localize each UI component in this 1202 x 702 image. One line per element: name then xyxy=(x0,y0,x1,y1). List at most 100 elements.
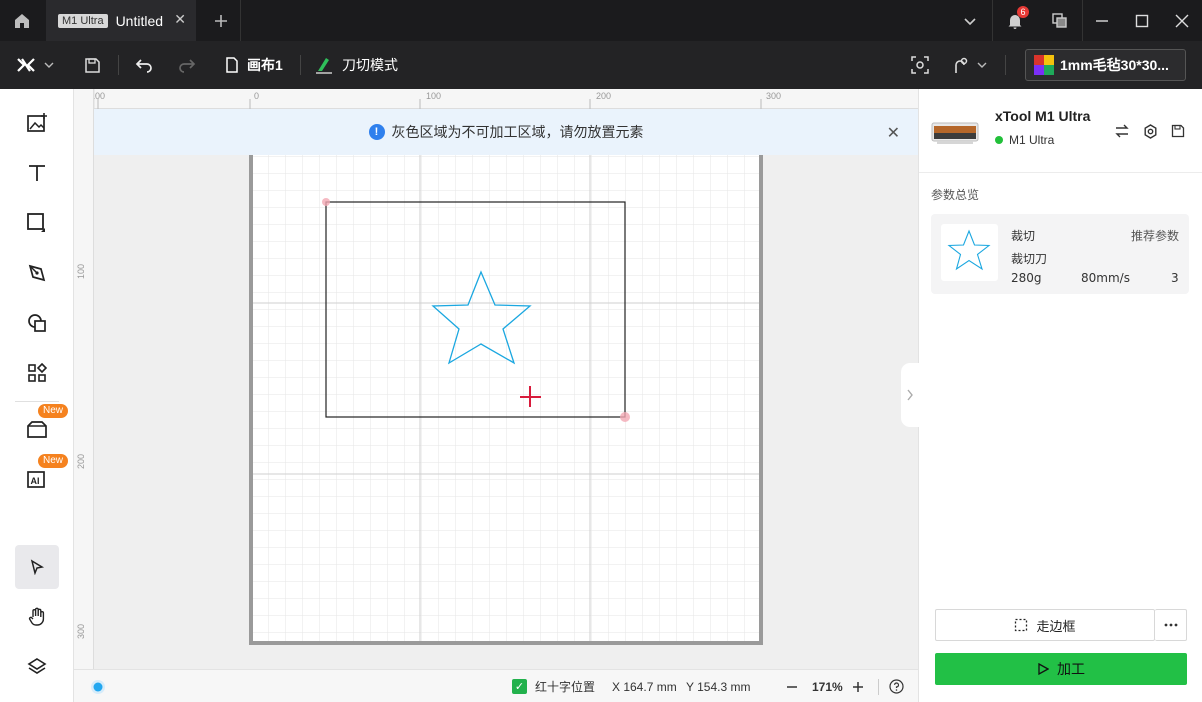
chevron-right-icon xyxy=(907,389,913,401)
device-settings-button[interactable] xyxy=(1140,121,1160,141)
frame-button[interactable]: 走边框 xyxy=(935,609,1155,641)
collapse-panel-button[interactable] xyxy=(901,363,919,427)
app-menu-button[interactable] xyxy=(16,41,54,89)
more-icon xyxy=(1164,623,1177,627)
crosshair-toggle[interactable]: ✓ 红十字位置 xyxy=(512,670,595,702)
pen-icon xyxy=(28,264,46,282)
chevron-down-icon xyxy=(964,17,976,25)
material-selector[interactable]: 1mm毛毡30*30... xyxy=(1025,49,1186,81)
minimize-icon xyxy=(1096,19,1108,22)
status-dot-icon xyxy=(91,679,105,694)
status-indicator[interactable] xyxy=(90,670,106,702)
ruler-tick-label: 100 xyxy=(426,91,442,101)
ruler-tick-label: 300 xyxy=(766,91,782,101)
pen-tool-button[interactable] xyxy=(15,251,59,295)
shape-tool-button[interactable] xyxy=(15,201,59,245)
save-params-button[interactable] xyxy=(1168,121,1188,141)
operation-label: 裁切 xyxy=(1011,229,1036,243)
ruler-tick-label: 200 xyxy=(76,453,86,469)
divider xyxy=(992,0,993,41)
close-notice-icon[interactable]: ✕ xyxy=(887,123,900,142)
tab-list-button[interactable] xyxy=(950,0,990,41)
info-icon: ! xyxy=(368,124,385,140)
process-button[interactable]: 加工 xyxy=(935,653,1187,685)
maximize-button[interactable] xyxy=(1122,0,1162,41)
knife-icon xyxy=(316,58,332,74)
scan-frame-icon xyxy=(911,56,929,74)
frame-corner-marker xyxy=(322,198,330,206)
new-tab-button[interactable] xyxy=(208,8,234,34)
rectangle-icon xyxy=(27,213,45,232)
image-tool-button[interactable] xyxy=(15,101,59,145)
canvas-surface[interactable] xyxy=(74,89,918,669)
swap-icon xyxy=(1115,124,1129,138)
help-button[interactable] xyxy=(889,670,904,702)
divider xyxy=(1005,55,1006,75)
grid-apps-icon xyxy=(28,363,47,382)
switch-device-button[interactable] xyxy=(1112,121,1132,141)
mode-selector[interactable]: 刀切模式 xyxy=(314,41,398,89)
elements-library-button[interactable] xyxy=(15,351,59,395)
zoom-out-button[interactable] xyxy=(786,670,798,702)
chevron-down-icon xyxy=(44,62,54,68)
folder-box-icon xyxy=(27,421,47,438)
ruler-tick-label: 100 xyxy=(76,263,86,279)
frame-label: 走边框 xyxy=(1036,619,1076,635)
document-icon xyxy=(226,57,238,73)
dashed-frame-icon xyxy=(1015,618,1028,632)
document-tab[interactable]: M1 Ultra Untitled ✕ xyxy=(46,0,196,41)
param-card[interactable]: 裁切 推荐参数 裁切刀 280g 80mm/s 3 xyxy=(931,214,1189,294)
left-toolbar: New AI New xyxy=(0,89,74,702)
notifications-button[interactable]: 6 xyxy=(995,0,1035,41)
close-tab-icon[interactable]: ✕ xyxy=(174,12,186,28)
pressure-value: 280g xyxy=(1011,271,1042,285)
canvas-name: 画布1 xyxy=(247,57,283,73)
canvas-area[interactable]: 100 0 100 200 300 100 200 300 ! 灰色区域为不可加… xyxy=(74,89,918,669)
redo-button[interactable] xyxy=(178,41,196,89)
zoom-level[interactable]: 171% xyxy=(812,670,843,702)
combine-shapes-button[interactable] xyxy=(15,301,59,345)
connect-device-icon xyxy=(955,57,968,73)
select-tool-button[interactable] xyxy=(15,545,59,589)
new-badge: New xyxy=(38,404,68,418)
shapes-combine-icon xyxy=(28,314,46,332)
new-badge: New xyxy=(38,454,68,468)
notice-text: 灰色区域为不可加工区域，请勿放置元素 xyxy=(391,125,644,141)
canvas-selector[interactable]: 画布1 xyxy=(225,41,283,89)
gear-icon xyxy=(1144,123,1156,139)
text-tool-button[interactable] xyxy=(15,151,59,195)
notice-banner: ! 灰色区域为不可加工区域，请勿放置元素 ✕ xyxy=(94,109,918,155)
right-panel: xTool M1 Ultra M1 Ultra 参数总览 裁切 推荐参数 裁切刀… xyxy=(901,89,1202,702)
xtool-logo-icon xyxy=(17,58,35,72)
pan-tool-button[interactable] xyxy=(15,595,59,639)
zoom-in-button[interactable] xyxy=(852,670,864,702)
camera-capture-button[interactable] xyxy=(911,41,929,89)
add-image-icon xyxy=(27,113,47,132)
online-status-dot xyxy=(995,136,1003,144)
recommend-params-link[interactable]: 推荐参数 xyxy=(1131,227,1179,244)
svg-text:AI: AI xyxy=(31,476,40,486)
x-coordinate: X 164.7 mm xyxy=(612,679,677,694)
connection-button[interactable] xyxy=(951,41,987,89)
windows-button[interactable] xyxy=(1040,0,1080,41)
plus-icon xyxy=(215,15,227,27)
divider xyxy=(240,0,241,41)
undo-button[interactable] xyxy=(135,41,153,89)
ruler-tick-label: 0 xyxy=(254,91,260,101)
ruler-tick-label: 300 xyxy=(76,623,86,639)
close-window-button[interactable] xyxy=(1162,0,1202,41)
save-button[interactable] xyxy=(84,41,101,89)
home-button[interactable] xyxy=(0,0,44,41)
title-bar: M1 Ultra Untitled ✕ 6 xyxy=(0,0,1202,41)
checkbox-checked-icon[interactable]: ✓ xyxy=(512,679,527,694)
passes-value: 3 xyxy=(1171,271,1179,285)
layers-button[interactable] xyxy=(15,645,59,689)
redo-icon xyxy=(179,59,196,73)
windows-stack-icon xyxy=(1052,12,1067,28)
minimize-button[interactable] xyxy=(1082,0,1122,41)
frame-corner-marker xyxy=(620,412,630,422)
more-options-button[interactable] xyxy=(1155,609,1187,641)
process-label: 加工 xyxy=(1057,662,1085,678)
device-image xyxy=(931,122,979,144)
crosshair-label: 红十字位置 xyxy=(535,680,596,694)
